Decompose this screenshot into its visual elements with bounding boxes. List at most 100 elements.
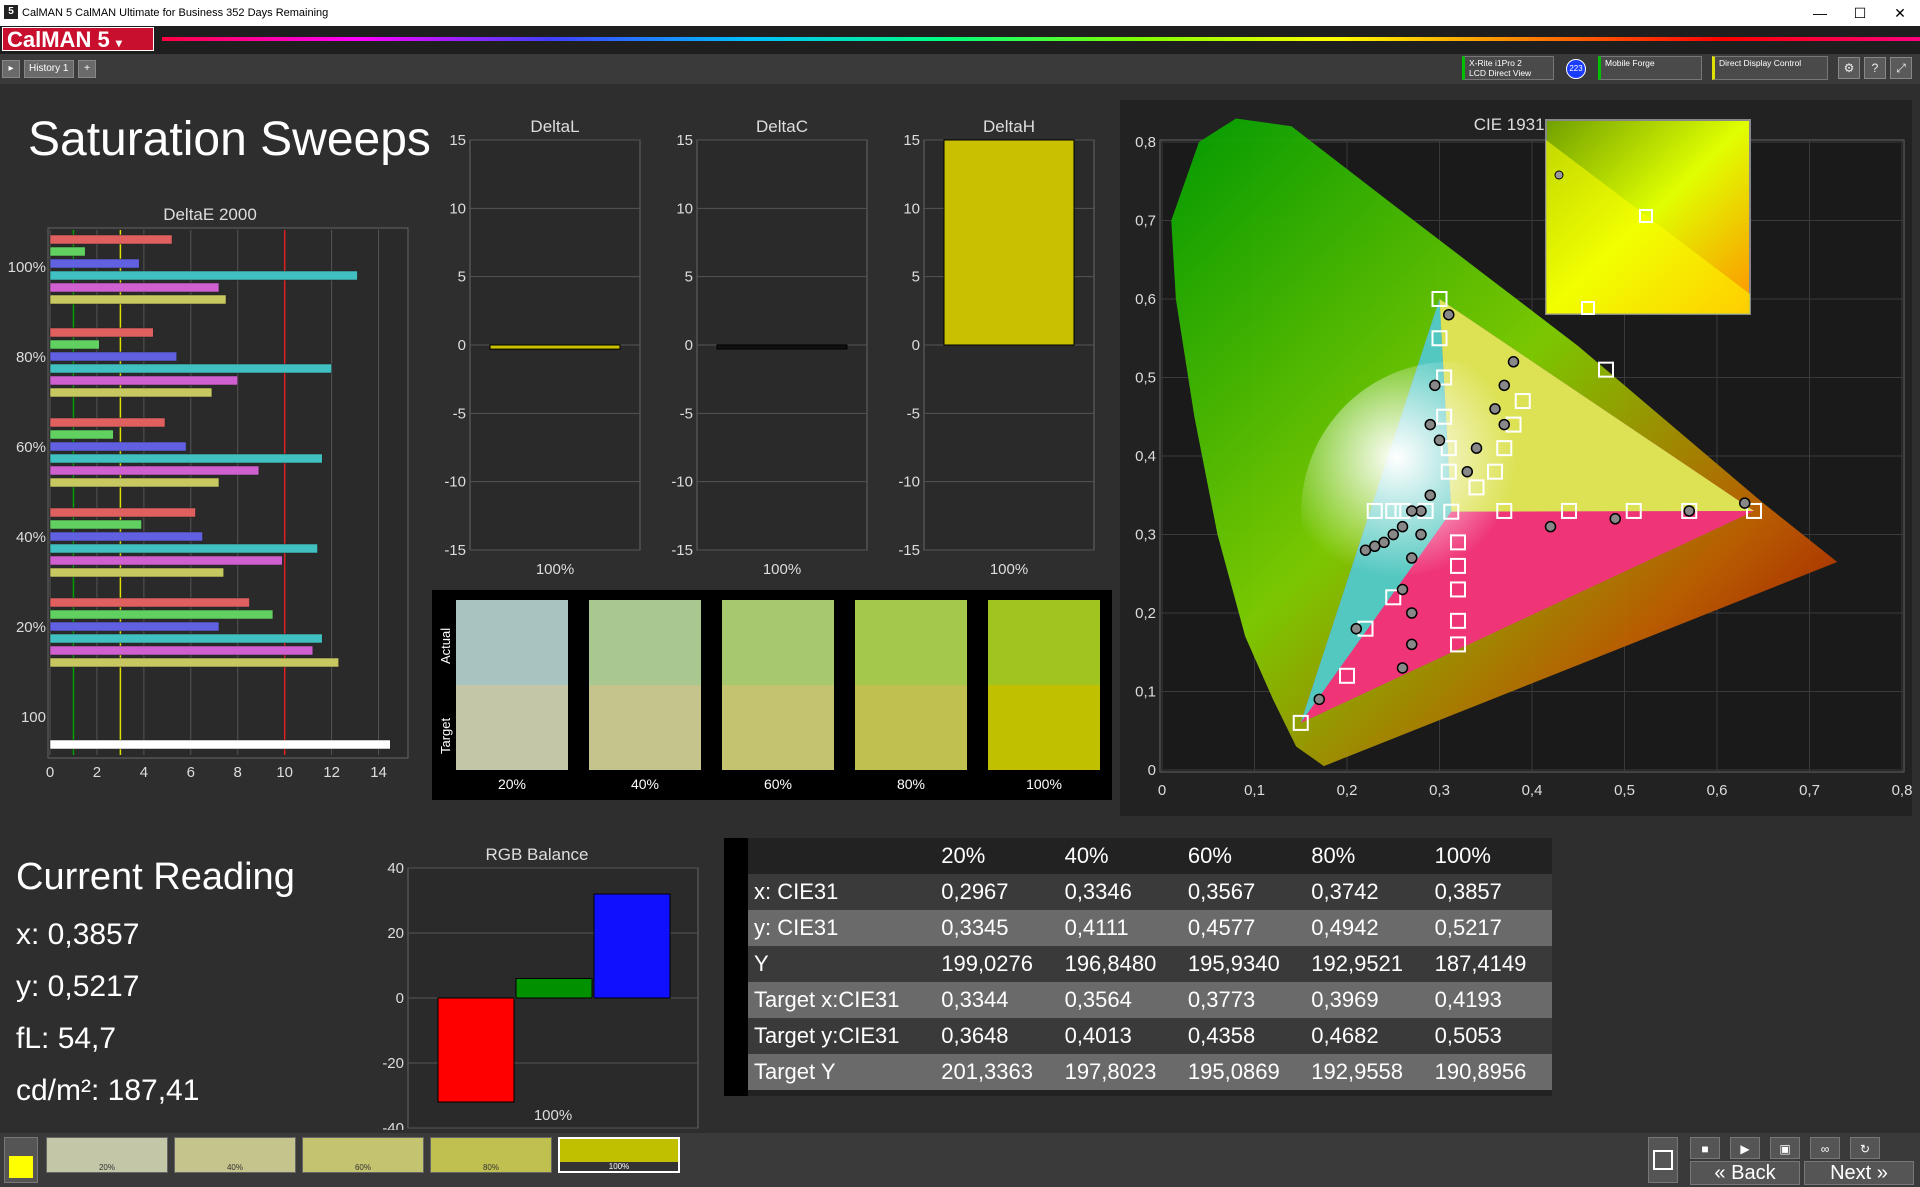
cie-measured-dot	[1739, 497, 1751, 509]
window-titlebar: 5 CalMAN 5 CalMAN Ultimate for Business …	[0, 0, 1920, 26]
delta-ytick: -15	[671, 542, 693, 559]
delta-xlabel: 100%	[990, 561, 1028, 578]
delta-bar	[716, 344, 848, 350]
swatch-pair: 20%	[456, 600, 568, 792]
refresh-icon[interactable]: ↻	[1850, 1137, 1880, 1159]
back-button[interactable]: « Back	[1690, 1161, 1800, 1185]
play-icon[interactable]: ▸	[2, 60, 20, 78]
source-selector[interactable]: Mobile Forge	[1598, 56, 1702, 80]
minimize-button[interactable]: —	[1800, 3, 1840, 23]
deltae-bar	[49, 543, 318, 554]
deltae-bar	[49, 234, 173, 245]
deltae-bar	[49, 258, 140, 269]
cie-measured-dot	[1433, 434, 1446, 447]
cie-ytick: 0,7	[1135, 213, 1156, 230]
delta-ytick: -10	[444, 474, 466, 491]
target-swatch	[855, 685, 967, 770]
table-cell: 190,8956	[1434, 1059, 1527, 1084]
gear-icon[interactable]: ⚙	[1838, 57, 1860, 79]
table-header-row: 20% 40% 60% 80% 100%	[748, 838, 1552, 874]
stop-button[interactable]	[1648, 1137, 1678, 1183]
cie-xtick: 0	[1158, 782, 1166, 799]
cie-measured-dot	[1424, 418, 1436, 431]
logo-text: CalMAN 5	[7, 27, 110, 52]
next-button[interactable]: Next »	[1804, 1161, 1914, 1185]
actual-label: Actual	[438, 627, 453, 664]
tab-history-1[interactable]: History 1	[24, 60, 74, 78]
data-table-panel: 20% 40% 60% 80% 100% x: CIE31 0,2967 0,3346 0,35…	[724, 838, 1552, 1096]
app-icon: 5	[4, 5, 18, 19]
meter-badge[interactable]: 223	[1566, 59, 1586, 79]
table-cell: 0,5053	[1434, 1023, 1502, 1048]
cie-xtick: 0,1	[1244, 782, 1265, 799]
help-icon[interactable]: ?	[1864, 57, 1886, 79]
deltae-bar	[49, 597, 250, 608]
table-cell: 0,3742	[1311, 879, 1379, 904]
delta-ytick: 10	[676, 200, 693, 217]
close-button[interactable]: ✕	[1880, 3, 1920, 23]
table-cell: 195,0869	[1187, 1059, 1280, 1084]
deltae-xtick: 12	[323, 764, 340, 781]
footer-swatch[interactable]: 20%	[46, 1137, 168, 1173]
maximize-button[interactable]: ☐	[1840, 3, 1880, 23]
footer-swatch[interactable]: 60%	[302, 1137, 424, 1173]
table-cell: 0,4193	[1434, 987, 1502, 1012]
deltae-bar	[49, 327, 154, 338]
footer-swatch[interactable]: 100%	[558, 1137, 680, 1173]
deltae-bar	[49, 477, 220, 488]
back-arrow-icon: «	[1714, 1162, 1726, 1184]
cie-measured-dot	[1470, 442, 1483, 454]
rgb-ytick: 20	[387, 925, 404, 942]
cie-measured-dot	[1429, 379, 1441, 392]
footer-swatch-label: 80%	[482, 1163, 499, 1172]
table-header-cell: 40%	[1064, 843, 1109, 868]
table-cell: 0,4577	[1187, 915, 1256, 940]
table-cell: 0,3773	[1187, 987, 1256, 1012]
table-cell: 0,3567	[1187, 879, 1256, 904]
deltae-bar	[49, 339, 100, 350]
footer-swatch[interactable]: 40%	[174, 1137, 296, 1173]
record-button[interactable]: ■	[1690, 1137, 1720, 1159]
expand-icon[interactable]: ⤢	[1890, 57, 1912, 79]
data-table: 20% 40% 60% 80% 100% x: CIE31 0,2967 0,3346 0,35…	[748, 838, 1552, 1090]
table-cell: 0,4111	[1064, 915, 1129, 940]
table-cell: 196,8480	[1064, 951, 1157, 976]
loop-icon[interactable]: ∞	[1810, 1137, 1840, 1159]
play-button[interactable]: ▶	[1730, 1137, 1760, 1159]
cie-ytick: 0,3	[1135, 527, 1156, 544]
cie-measured-dot	[1378, 536, 1390, 549]
rgb-ytick: 40	[387, 860, 404, 877]
save-icon[interactable]: ▣	[1770, 1137, 1800, 1159]
footer-swatch-label: 60%	[354, 1163, 371, 1172]
footer-swatch[interactable]: 80%	[430, 1137, 552, 1173]
table-row: Y 199,0276 196,8480 195,9340 192,9521 187,414…	[748, 946, 1552, 982]
display-selector[interactable]: Direct Display Control	[1712, 56, 1828, 80]
delta-ytick: 10	[449, 200, 466, 217]
deltae-bar	[49, 363, 332, 374]
target-label: Target	[438, 717, 453, 754]
table-row: Target x:CIE31 0,3344 0,3564 0,3773 0,3969 0,…	[748, 982, 1552, 1018]
table-cell: y: CIE31	[754, 915, 839, 940]
actual-swatch	[456, 600, 568, 685]
add-tab-button[interactable]: +	[78, 60, 96, 78]
target-label-box: Target	[436, 700, 454, 760]
deltae-xtick: 4	[140, 764, 148, 781]
meter-selector[interactable]: X-Rite i1Pro 2 LCD Direct View	[1462, 56, 1554, 80]
delta-ytick: 0	[912, 337, 920, 354]
cie-ytick: 0,1	[1135, 684, 1156, 701]
cie-measured-dot	[1489, 403, 1501, 415]
calman-logo-menu[interactable]: CalMAN 5 ▾	[2, 27, 154, 52]
deltae-bar	[49, 609, 274, 620]
actual-label-box: Actual	[436, 610, 454, 670]
table-cell: 0,3564	[1064, 987, 1132, 1012]
table-cell: 0,3346	[1064, 879, 1132, 904]
deltae-group-label: 40%	[16, 529, 46, 546]
cie-measured-dot	[1396, 520, 1409, 533]
current-color-button[interactable]	[4, 1137, 38, 1183]
cie-ytick: 0,5	[1135, 370, 1156, 387]
deltae-bar	[49, 645, 314, 656]
table-header-cell: 60%	[1187, 843, 1232, 868]
deltae-bar	[49, 270, 358, 281]
cie-ytick: 0,8	[1135, 134, 1156, 151]
rgb-ytick: -20	[382, 1055, 404, 1072]
